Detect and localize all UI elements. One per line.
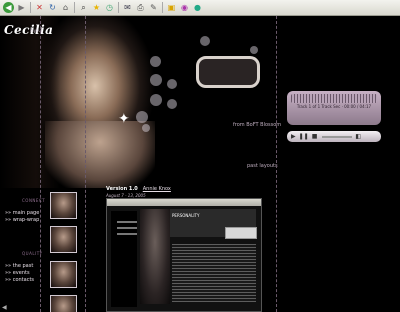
folder-icon[interactable]: ▣ [166,2,177,13]
discuss-icon[interactable]: ◉ [179,2,190,13]
thumbnail-image[interactable] [50,192,77,219]
shoulder-glow [45,121,155,188]
version-heading: Version 1.0 Annie Knox [106,186,171,192]
preview-link [117,227,137,229]
forward-icon[interactable]: ▶ [16,2,27,13]
decor-dot [167,99,177,109]
toolbar-divider [30,2,31,13]
favorites-icon[interactable]: ★ [91,2,102,13]
column-divider [40,16,41,312]
web-page: ✦ Cecilia layout from BoFT Blossom past … [0,16,400,312]
version-author-link[interactable]: Annie Knox [143,186,171,192]
thumbnail-image[interactable] [50,226,77,253]
column-divider [85,16,86,312]
messenger-icon[interactable]: ● [192,2,203,13]
decor-dot [150,74,162,86]
volume-icon[interactable]: ◧ [355,133,361,141]
back-icon[interactable]: ◀ [3,2,14,13]
search-icon[interactable]: ⌕ [78,2,89,13]
scroll-left-icon[interactable]: ◀ [2,305,7,311]
print-icon[interactable]: ⎙ [135,2,146,13]
decor-dot [200,36,210,46]
nav-link-events[interactable]: »» events [5,270,30,276]
thumbnail-image[interactable] [50,295,77,312]
pause-icon[interactable]: ❚❚ [299,133,309,141]
thumbnail-image[interactable] [50,261,77,288]
nav-link-contacts[interactable]: »» contacts [5,277,34,283]
edit-icon[interactable]: ✎ [148,2,159,13]
preview-text-block [172,244,256,302]
preview-link [117,233,137,235]
nav-link-main-page[interactable]: »» main page [5,210,39,216]
header-image: ✦ Cecilia layout from BoFT Blossom past … [0,16,292,188]
history-icon[interactable]: ◷ [104,2,115,13]
sparkle-icon: ✦ [118,111,130,127]
toolbar-divider [118,2,119,13]
browser-toolbar: ◀ ▶ ✕ ↻ ⌂ ⌕ ★ ◷ ✉ ⎙ ✎ ▣ ◉ ● [0,0,400,16]
player-seekbar[interactable] [322,135,353,138]
toolbar-divider [74,2,75,13]
version-label: Version 1.0 [106,186,138,192]
stop-icon[interactable]: ✕ [34,2,45,13]
preview-sidebar [111,211,137,307]
preview-browser-bar [107,199,261,206]
toolbar-divider [162,2,163,13]
sunglasses-graphic [196,56,260,88]
music-player: Track 1 of 1 Track Sec · 00:00 / 04:17 [287,91,381,125]
decor-dot [150,94,162,106]
preview-link [117,221,137,223]
preview-player [225,227,257,239]
layout-preview-screenshot[interactable]: PERSONALITY [106,198,262,312]
nav-link-past[interactable]: »» the past [5,263,33,269]
refresh-icon[interactable]: ↻ [47,2,58,13]
play-icon[interactable]: ▶ [291,133,296,141]
player-track-info: Track 1 of 1 Track Sec · 00:00 / 04:17 [296,104,372,109]
column-divider [276,16,277,312]
decor-dot [150,56,161,67]
past-layouts-link[interactable]: past layouts [247,163,278,169]
preview-photo [140,209,170,304]
mail-icon[interactable]: ✉ [122,2,133,13]
stop-icon[interactable]: ■ [312,133,318,141]
preview-banner-title: PERSONALITY [172,213,200,218]
decor-dot [136,111,148,123]
player-visualizer [291,94,377,103]
decor-dot [142,124,150,132]
nav-link-wrap[interactable]: »» wrap-wrap [5,217,39,223]
player-controls: ▶ ❚❚ ■ ◧ [287,131,381,142]
decor-dot [167,79,177,89]
decor-dot [250,46,258,54]
nav-section-title: QUALITY [22,251,43,256]
home-icon[interactable]: ⌂ [60,2,71,13]
nav-section-title: CONNECT [22,198,46,203]
header-credit: from BoFT Blossom [233,122,282,128]
site-logo[interactable]: Cecilia [4,23,53,37]
